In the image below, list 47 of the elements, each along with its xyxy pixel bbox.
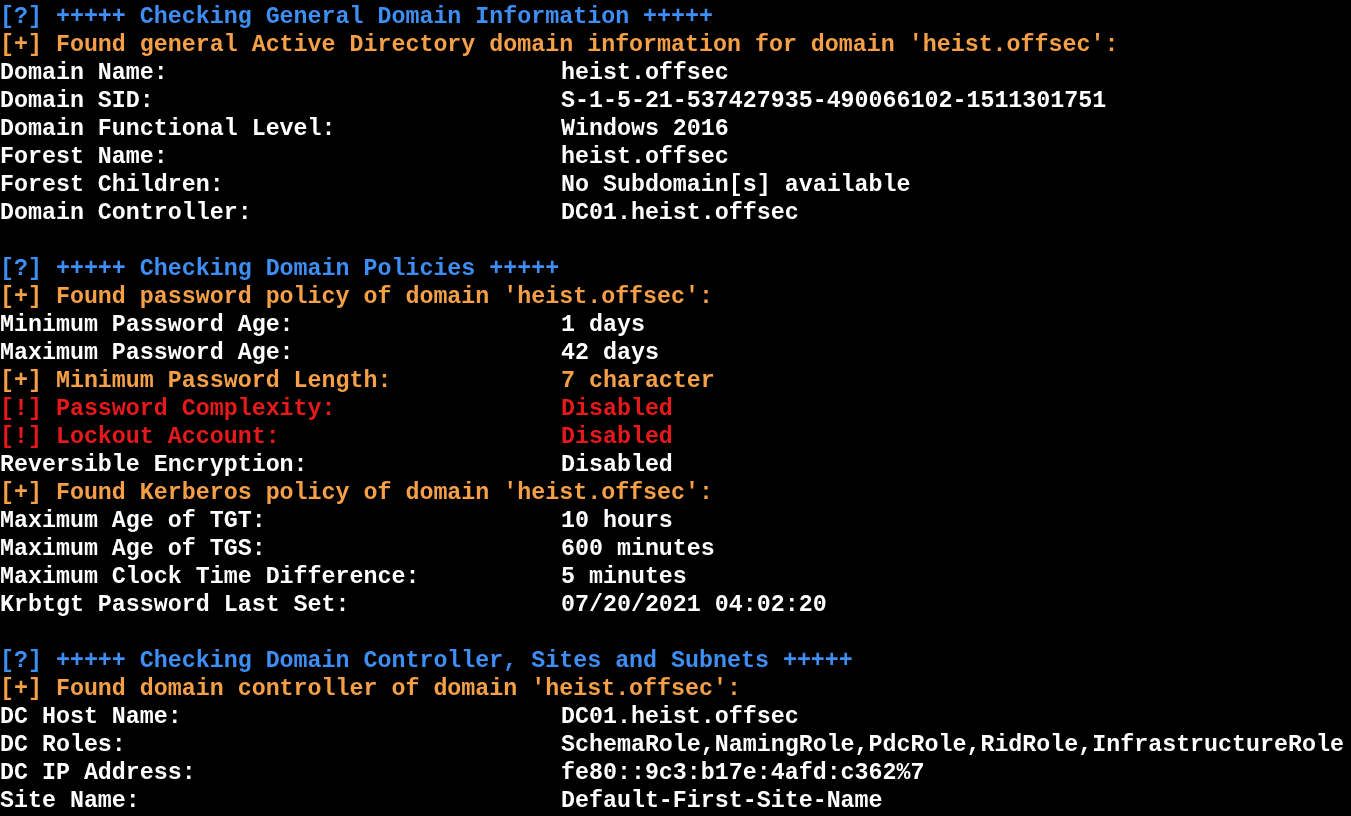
field-value: heist.offsec [561, 143, 729, 171]
field-label: [!] Lockout Account: [0, 423, 281, 451]
finding-message: [+] Found domain controller of domain 'heist.offsec': [0, 675, 741, 703]
field-value: 10 hours [561, 507, 673, 535]
field-value: DC01.heist.offsec [561, 199, 799, 227]
section-header: [?] +++++ Checking Domain Controller, Sites and Subnets +++++ [0, 647, 853, 675]
field-value: Disabled [561, 423, 673, 451]
field-value: 600 minutes [561, 535, 715, 563]
field-label: Forest Name: [0, 143, 169, 171]
field-value: Default-First-Site-Name [561, 787, 883, 815]
field-label: Maximum Password Age: [0, 339, 295, 367]
field-label: Krbtgt Password Last Set: [0, 591, 351, 619]
field-value: 07/20/2021 04:02:20 [561, 591, 827, 619]
field-label: Maximum Age of TGT: [0, 507, 267, 535]
field-label: Maximum Clock Time Difference: [0, 563, 421, 591]
field-value: Disabled [561, 395, 673, 423]
field-value: heist.offsec [561, 59, 729, 87]
field-value: DC01.heist.offsec [561, 703, 799, 731]
field-value: SchemaRole,NamingRole,PdcRole,RidRole,InfrastructureRole [561, 731, 1344, 759]
field-value: fe80::9c3:b17e:4afd:c362%7 [561, 759, 925, 787]
section-header: [?] +++++ Checking Domain Policies +++++ [0, 255, 560, 283]
field-label: Site Name: [0, 787, 141, 815]
field-value: No Subdomain[s] available [561, 171, 911, 199]
field-label: DC IP Address: [0, 759, 197, 787]
field-value: S-1-5-21-537427935-490066102-1511301751 [561, 87, 1107, 115]
field-label: DC Roles: [0, 731, 127, 759]
field-value: 42 days [561, 339, 659, 367]
field-value: Disabled [561, 451, 673, 479]
field-label: Minimum Password Age: [0, 311, 295, 339]
field-label: [+] Minimum Password Length: [0, 367, 393, 395]
finding-message: [+] Found general Active Directory domain information for domain 'heist.offsec': [0, 31, 1119, 59]
finding-message: [+] Found Kerberos policy of domain 'heist.offsec': [0, 479, 713, 507]
field-label: Forest Children: [0, 171, 225, 199]
field-label: Domain SID: [0, 87, 155, 115]
field-label: Domain Controller: [0, 199, 253, 227]
field-value: 1 days [561, 311, 645, 339]
field-label: [!] Password Complexity: [0, 395, 337, 423]
field-value: 7 character [561, 367, 715, 395]
field-label: Maximum Age of TGS: [0, 535, 267, 563]
finding-message: [+] Found password policy of domain 'heist.offsec': [0, 283, 713, 311]
field-value: Windows 2016 [561, 115, 729, 143]
section-header: [?] +++++ Checking General Domain Information +++++ [0, 3, 713, 31]
field-label: DC Host Name: [0, 703, 183, 731]
field-label: Domain Functional Level: [0, 115, 337, 143]
field-label: Domain Name: [0, 59, 169, 87]
field-label: Reversible Encryption: [0, 451, 309, 479]
field-value: 5 minutes [561, 563, 687, 591]
